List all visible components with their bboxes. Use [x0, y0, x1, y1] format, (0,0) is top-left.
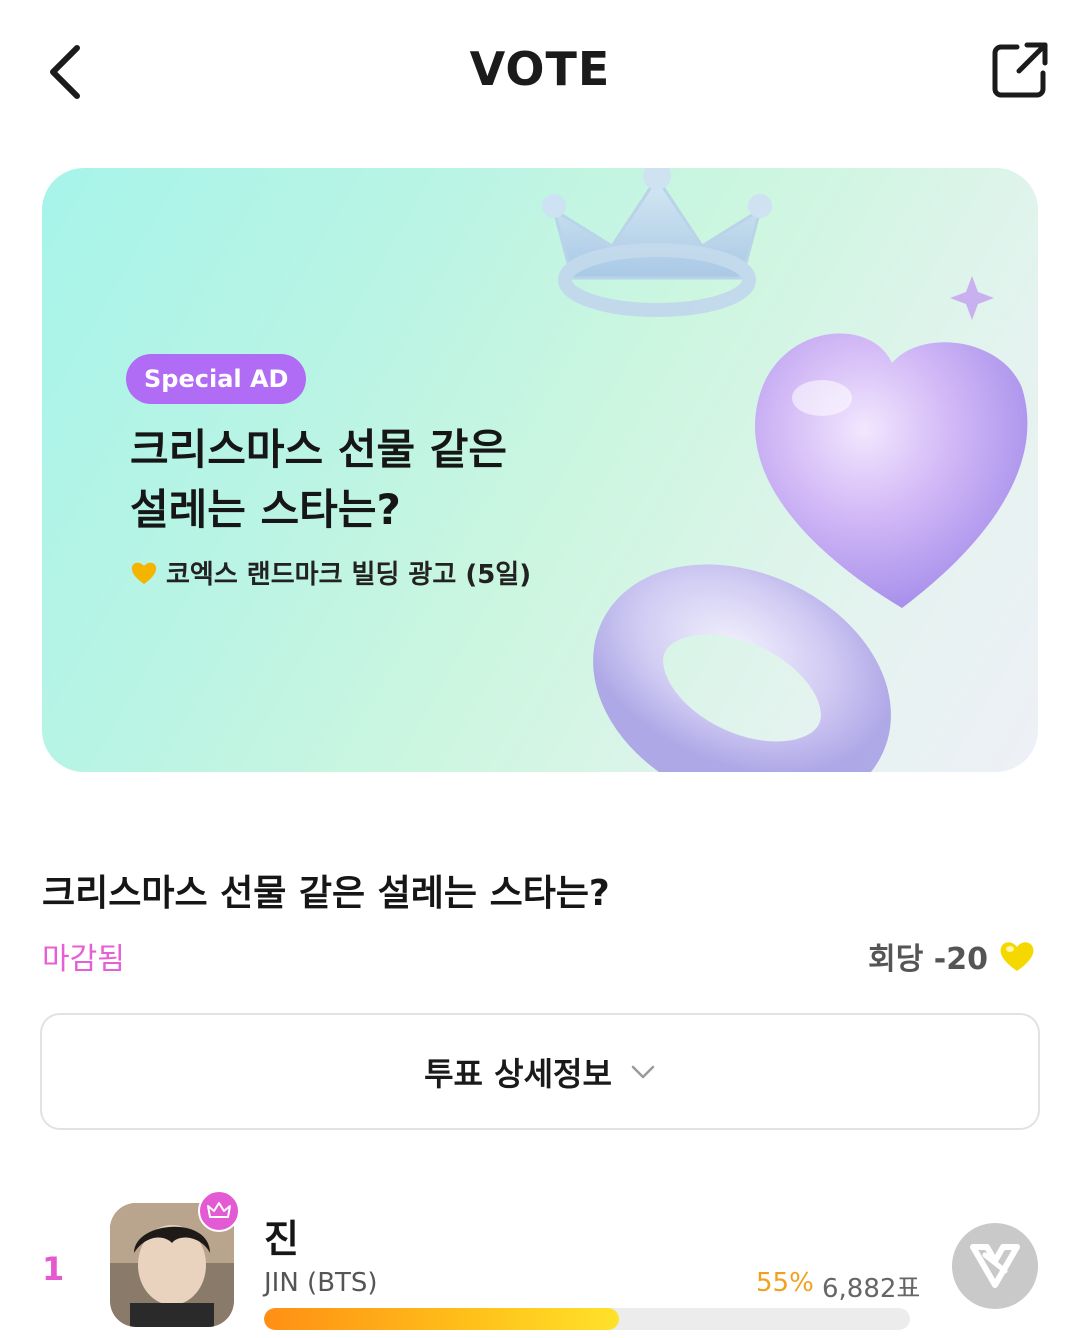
heart-icon [131, 562, 157, 584]
banner-title: 크리스마스 선물 같은 설레는 스타는? [130, 420, 610, 540]
crown-badge [198, 1190, 240, 1232]
promo-banner[interactable]: Special AD 크리스마스 선물 같은 설레는 스타는? 코엑스 랜드마크… [42, 168, 1038, 772]
crown-decoration [542, 168, 772, 317]
ring-decoration [593, 564, 891, 772]
star-decoration [950, 276, 994, 320]
heart-decoration [754, 333, 1028, 608]
crown-icon [207, 1202, 231, 1218]
heart-vote-icon [970, 1244, 1020, 1288]
vote-cost-label: 회당 -20 [868, 942, 988, 977]
page-title: VOTE [469, 42, 611, 96]
vote-cost: 회당 -20 [868, 934, 1036, 978]
banner-subtitle-text: 코엑스 랜드마크 빌딩 광고 (5일) [166, 560, 532, 590]
special-ad-badge: Special AD [126, 354, 307, 404]
vote-details-label: 투표 상세정보 [424, 1054, 612, 1093]
candidate-name: 진 [264, 1217, 299, 1261]
rank-number: 1 [42, 1250, 65, 1288]
progress-track [264, 1308, 910, 1330]
chevron-down-icon [631, 1065, 655, 1078]
vote-title: 크리스마스 선물 같은 설레는 스타는? [42, 873, 610, 914]
top-bar: VOTE [0, 0, 1080, 140]
banner-title-line2: 설레는 스타는? [130, 485, 401, 534]
heart-icon [1000, 942, 1034, 971]
vote-count: 6,882표 [822, 1274, 921, 1304]
banner-title-line1: 크리스마스 선물 같은 [130, 425, 508, 474]
share-external-icon [992, 42, 1048, 98]
share-button[interactable] [990, 40, 1050, 100]
vote-status: 마감됨 [42, 942, 125, 977]
banner-subtitle: 코엑스 랜드마크 빌딩 광고 (5일) [130, 554, 531, 591]
vote-percent: 55% [756, 1268, 814, 1298]
vote-action-button[interactable] [952, 1223, 1038, 1309]
ranking-row[interactable]: 1 진 JIN (BTS) 55% 6,882표 [0, 1190, 1080, 1338]
progress-fill [264, 1308, 620, 1330]
candidate-group: JIN (BTS) [264, 1268, 378, 1298]
vote-details-button[interactable]: 투표 상세정보 [40, 1013, 1040, 1130]
